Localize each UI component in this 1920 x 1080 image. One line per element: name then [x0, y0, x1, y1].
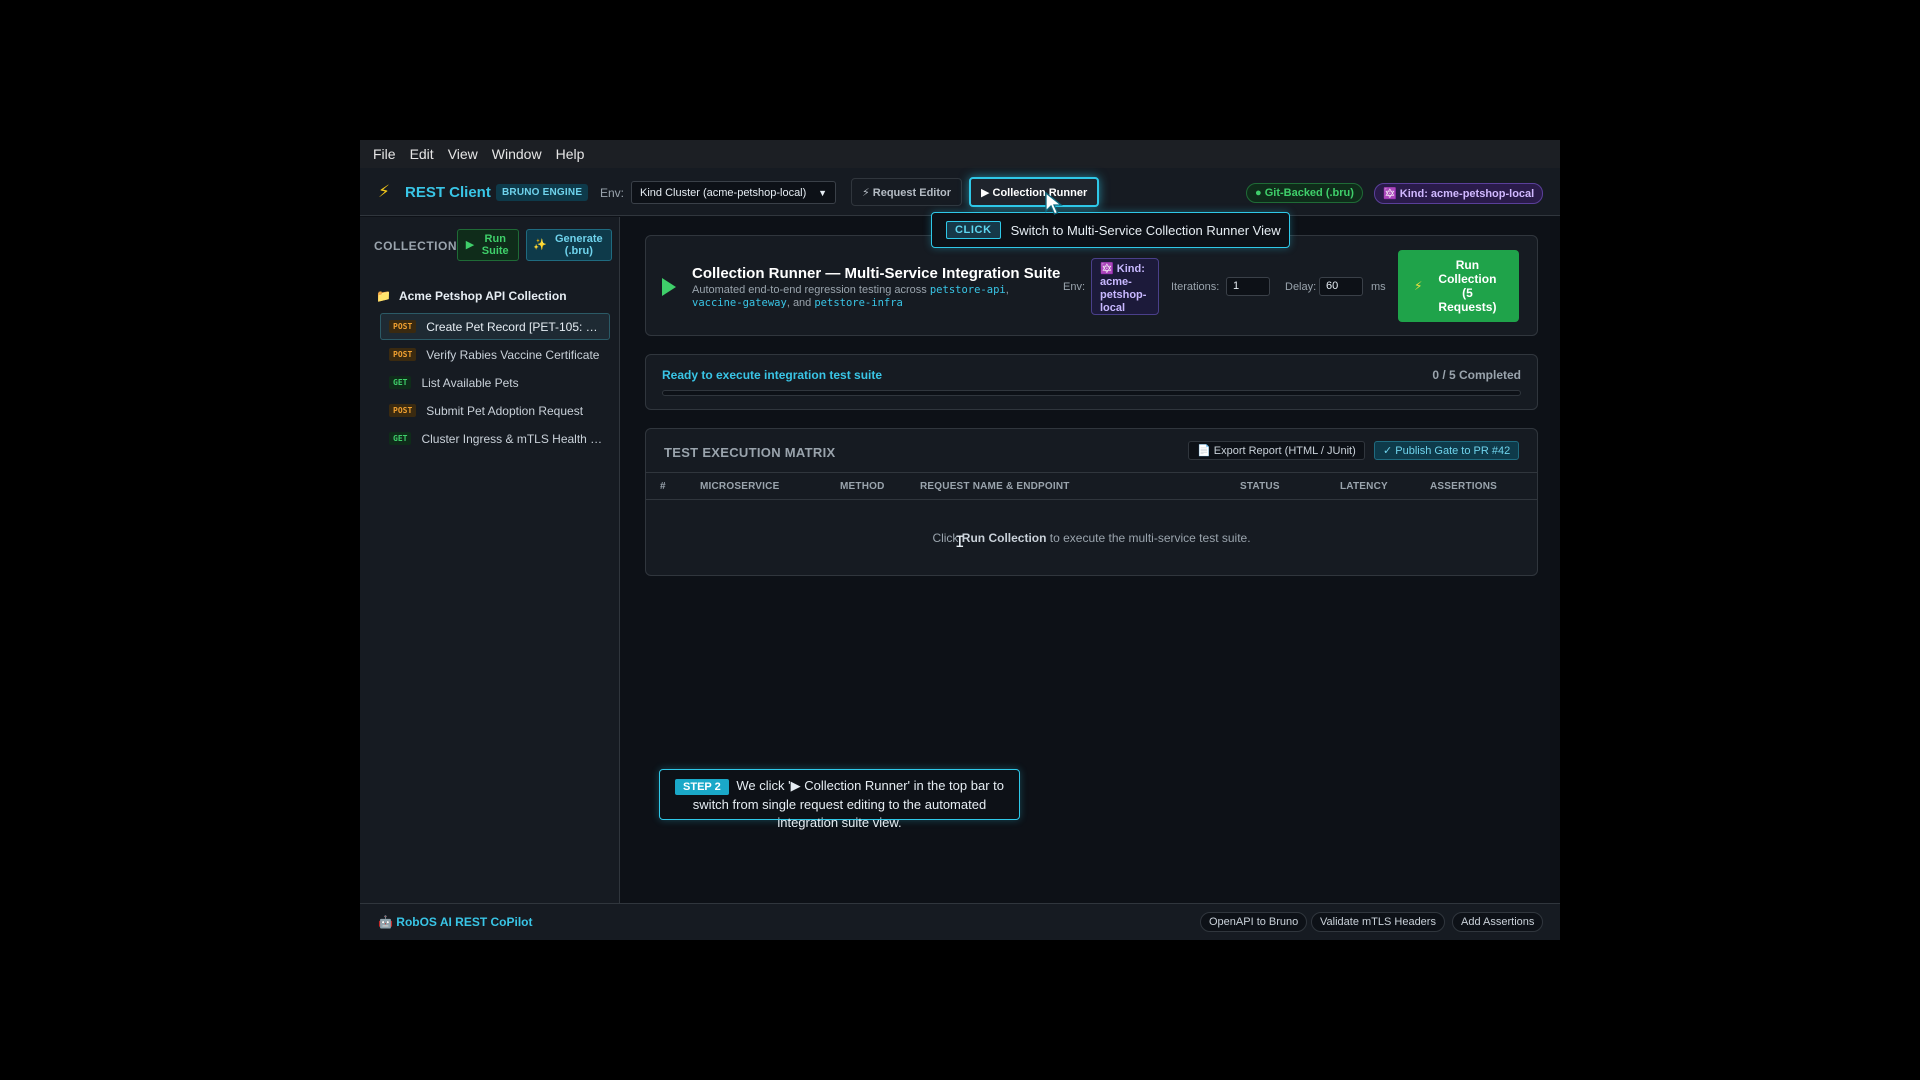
menu-bar: File Edit View Window Help — [360, 140, 1560, 168]
run-suite-button[interactable]: ▶ Run Suite — [457, 229, 519, 261]
sidebar: COLLECTIONS ▶ Run Suite ✨ Generate (.bru… — [360, 217, 620, 903]
method-badge: POST — [389, 348, 417, 361]
request-name: Create Pet Record [PET-105: … — [426, 319, 598, 334]
service-petstore-api: petstore-api — [929, 284, 1006, 296]
request-item[interactable]: POST Submit Pet Adoption Request — [380, 397, 610, 424]
delay-input[interactable]: 60 — [1319, 277, 1363, 296]
play-icon — [662, 278, 676, 296]
request-item[interactable]: POST Verify Rabies Vaccine Certificate — [380, 341, 610, 368]
request-item[interactable]: GET List Available Pets — [380, 369, 610, 396]
generate-bru-button[interactable]: ✨ Generate (.bru) — [526, 229, 612, 261]
runner-description: Automated end-to-end regression testing … — [692, 284, 1009, 309]
play-icon: ▶ — [465, 239, 475, 251]
desc-prefix: Automated end-to-end regression testing … — [692, 284, 930, 296]
desc-and: , and — [786, 297, 815, 309]
mouse-pointer-icon — [1045, 192, 1063, 215]
request-name: Cluster Ingress & mTLS Health … — [421, 431, 603, 446]
status-card: Ready to execute integration test suite … — [645, 354, 1538, 410]
copilot-label: 🤖 RobOS AI REST CoPilot — [378, 915, 533, 929]
menu-file[interactable]: File — [366, 140, 403, 168]
step-badge: STEP 2 — [675, 779, 729, 795]
run-suite-label: Run Suite — [481, 233, 509, 257]
collections-header: COLLECTIONS — [374, 239, 466, 253]
runner-title: Collection Runner — Multi-Service Integr… — [692, 265, 1061, 282]
env-label: Env: — [600, 186, 625, 200]
text-cursor-icon: I — [955, 532, 965, 551]
delay-unit: ms — [1371, 281, 1386, 293]
col-latency: LATENCY — [1340, 481, 1388, 492]
footer-bar: 🤖 RobOS AI REST CoPilot OpenAPI to Bruno… — [360, 903, 1560, 940]
runner-env-label: Env: — [1063, 281, 1086, 293]
generate-label: Generate (.bru) — [554, 233, 603, 257]
service-petstore-infra: petstore-infra — [814, 297, 903, 309]
col-index: # — [660, 481, 666, 492]
empty-bold: Run Collection — [961, 531, 1047, 545]
method-badge: GET — [389, 376, 412, 389]
col-microservice: MICROSERVICE — [700, 481, 780, 492]
service-vaccine-gateway: vaccine-gateway — [692, 297, 787, 309]
request-name: Verify Rabies Vaccine Certificate — [426, 347, 600, 362]
iterations-label: Iterations: — [1171, 281, 1220, 293]
collection-name: Acme Petshop API Collection — [398, 289, 567, 303]
matrix-title: TEST EXECUTION MATRIX — [664, 445, 836, 460]
menu-window[interactable]: Window — [485, 140, 549, 168]
completed-count: 0 / 5 Completed — [1432, 368, 1521, 382]
status-text: Ready to execute integration test suite — [662, 368, 883, 382]
col-request-name: REQUEST NAME & ENDPOINT — [920, 481, 1070, 492]
chip-add-assertions[interactable]: Add Assertions — [1452, 912, 1544, 932]
method-badge: POST — [389, 320, 417, 333]
col-method: METHOD — [840, 481, 885, 492]
run-collection-button[interactable]: ⚡ Run Collection (5 Requests) — [1398, 250, 1519, 322]
run-collection-label: Run Collection (5 Requests) — [1438, 258, 1497, 314]
tab-collection-runner[interactable]: ▶ Collection Runner — [969, 177, 1100, 207]
progress-bar — [662, 390, 1521, 396]
request-item[interactable]: GET Cluster Ingress & mTLS Health … — [380, 425, 610, 452]
export-report-button[interactable]: 📄 Export Report (HTML / JUnit) — [1188, 441, 1365, 460]
test-matrix-card: TEST EXECUTION MATRIX 📄 Export Report (H… — [645, 428, 1538, 576]
table-header: # MICROSERVICE METHOD REQUEST NAME & END… — [646, 472, 1537, 500]
menu-edit[interactable]: Edit — [403, 140, 441, 168]
request-name: List Available Pets — [421, 375, 519, 390]
step-callout: STEP 2 We click '▶ Collection Runner' in… — [659, 769, 1020, 830]
chevron-down-icon: ▼ — [818, 187, 827, 198]
iterations-input[interactable]: 1 — [1226, 277, 1270, 296]
menu-help[interactable]: Help — [549, 140, 592, 168]
method-badge: GET — [389, 432, 412, 445]
publish-gate-button[interactable]: ✓ Publish Gate to PR #42 — [1374, 441, 1520, 460]
col-status: STATUS — [1240, 481, 1280, 492]
chip-validate-mtls[interactable]: Validate mTLS Headers — [1311, 912, 1445, 932]
kind-cluster-badge: 🔯 Kind: acme-petshop-local — [1374, 183, 1544, 204]
tooltip-text: Switch to Multi-Service Collection Runne… — [1010, 222, 1281, 238]
collection-title[interactable]: 📁 Acme Petshop API Collection — [376, 289, 567, 303]
git-backed-badge: ● Git-Backed (.bru) — [1246, 183, 1363, 203]
runner-env-badge: 🔯 Kind: acme-petshop-local — [1091, 258, 1159, 315]
delay-label: Delay: — [1285, 281, 1317, 293]
bolt-icon: ⚡ — [1414, 279, 1423, 293]
env-select-value: Kind Cluster (acme-petshop-local) — [640, 186, 807, 199]
col-assertions: ASSERTIONS — [1430, 481, 1498, 492]
empty-state-message: Click Run Collection to execute the mult… — [646, 531, 1537, 545]
empty-suffix: to execute the multi-service test suite. — [1046, 531, 1251, 545]
click-tooltip: CLICK Switch to Multi-Service Collection… — [931, 212, 1290, 248]
top-bar: ⚡ REST Client BRUNO ENGINE Env: Kind Clu… — [360, 168, 1560, 216]
click-badge: CLICK — [946, 221, 1001, 239]
request-list: POST Create Pet Record [PET-105: … POST Ver… — [380, 313, 610, 453]
request-name: Submit Pet Adoption Request — [426, 403, 584, 418]
method-badge: POST — [389, 404, 417, 417]
menu-view[interactable]: View — [441, 140, 485, 168]
engine-badge: BRUNO ENGINE — [496, 184, 589, 201]
runner-header-card: Collection Runner — Multi-Service Integr… — [645, 235, 1538, 336]
request-item[interactable]: POST Create Pet Record [PET-105: … — [380, 313, 610, 340]
tab-request-editor[interactable]: ⚡ Request Editor — [851, 178, 963, 206]
app-title: REST Client — [405, 184, 491, 201]
folder-icon: 📁 — [376, 289, 391, 303]
sparkle-icon: ✨ — [533, 239, 547, 251]
env-select[interactable]: Kind Cluster (acme-petshop-local) ▼ — [631, 181, 836, 204]
bolt-icon: ⚡ — [378, 182, 390, 201]
chip-openapi-to-bruno[interactable]: OpenAPI to Bruno — [1200, 912, 1308, 932]
